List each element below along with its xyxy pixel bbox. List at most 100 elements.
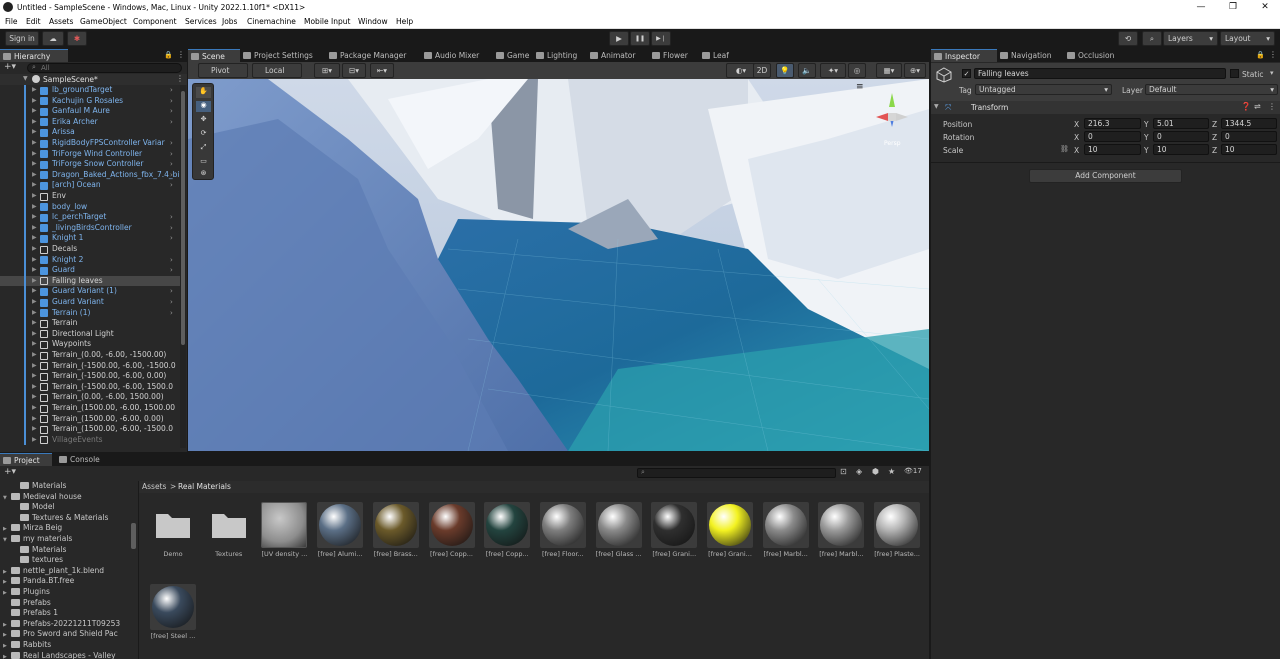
project-tree-item[interactable]: ▼ Medieval house xyxy=(3,492,82,501)
asset-folder[interactable]: Demo xyxy=(147,502,199,564)
menu-component[interactable]: Component xyxy=(133,17,177,26)
scale-x-field[interactable]: 10 xyxy=(1084,144,1141,155)
position-x-field[interactable]: 216.3 xyxy=(1084,118,1141,129)
hierarchy-item[interactable]: ▶ VillageEvents xyxy=(0,435,180,446)
preset-icon[interactable]: ⇌ xyxy=(1254,102,1261,111)
hierarchy-item[interactable]: ▶ Kachujin G Rosales › xyxy=(0,96,180,107)
expand-arrow-icon[interactable]: ▶ xyxy=(32,223,37,234)
search-by-type-icon[interactable]: ⊡ xyxy=(840,467,847,476)
asset-material[interactable]: [free] Grani... xyxy=(648,502,700,564)
hierarchy-item[interactable]: ▶ Terrain_(1500.00, -6.00, 1500.00 xyxy=(0,403,180,414)
chevron-right-icon[interactable]: › xyxy=(170,85,173,96)
lock-icon[interactable]: 🔒 xyxy=(1256,51,1265,59)
scrollbar-thumb[interactable] xyxy=(181,91,185,345)
tab-navigation[interactable]: Navigation xyxy=(997,49,1063,62)
expand-arrow-icon[interactable]: ▶ xyxy=(32,414,37,425)
expand-arrow-icon[interactable]: ▶ xyxy=(32,244,37,255)
hierarchy-item[interactable]: ▶ Arissa xyxy=(0,127,180,138)
breadcrumb-current[interactable]: Real Materials xyxy=(178,482,231,491)
tab-flower[interactable]: Flower xyxy=(649,49,699,62)
tab-project[interactable]: Project xyxy=(0,453,52,466)
expand-arrow-icon[interactable]: ▶ xyxy=(3,622,11,628)
tree-scrollbar-thumb[interactable] xyxy=(131,523,136,549)
menu-services[interactable]: Services xyxy=(185,17,217,26)
hierarchy-item[interactable]: ▶ Knight 1 › xyxy=(0,233,180,244)
expand-arrow-icon[interactable]: ▶ xyxy=(32,138,37,149)
chevron-right-icon[interactable]: › xyxy=(170,159,173,170)
chevron-right-icon[interactable]: › xyxy=(170,106,173,117)
hierarchy-item[interactable]: ▶ [arch] Ocean › xyxy=(0,180,180,191)
project-tree-item[interactable]: ▶ Panda.BT.free xyxy=(3,576,74,585)
object-name-input[interactable]: Falling leaves xyxy=(974,68,1226,79)
pivot-dropdown[interactable]: Pivot xyxy=(198,63,248,78)
hierarchy-item[interactable]: ▶ Ganfaul M Aure › xyxy=(0,106,180,117)
menu-cinemachine[interactable]: Cinemachine xyxy=(247,17,296,26)
expand-arrow-icon[interactable]: ▶ xyxy=(32,106,37,117)
expand-arrow-icon[interactable]: ▶ xyxy=(32,318,37,329)
hierarchy-item[interactable]: ▶ _livingBirdsController › xyxy=(0,223,180,234)
expand-arrow-icon[interactable]: ▶ xyxy=(3,526,11,532)
sign-in-button[interactable]: Sign in xyxy=(5,31,39,46)
view-tool-icon[interactable]: ◉ xyxy=(196,101,211,112)
local-dropdown[interactable]: Local xyxy=(252,63,302,78)
expand-arrow-icon[interactable]: ▶ xyxy=(32,117,37,128)
more-icon[interactable]: ⋮ xyxy=(1268,102,1276,111)
help-icon[interactable]: ❓ xyxy=(1241,102,1251,111)
chevron-right-icon[interactable]: › xyxy=(170,138,173,149)
chevron-right-icon[interactable]: › xyxy=(170,255,173,266)
expand-arrow-icon[interactable]: ▶ xyxy=(32,339,37,350)
move-tool-icon[interactable]: ✥ xyxy=(196,115,211,126)
hierarchy-item[interactable]: ▶ Terrain (1) › xyxy=(0,308,180,319)
scale-z-field[interactable]: 10 xyxy=(1221,144,1277,155)
expand-arrow-icon[interactable]: ▶ xyxy=(32,403,37,414)
more-icon[interactable]: ⋮ xyxy=(1269,50,1277,59)
expand-arrow-icon[interactable]: ▶ xyxy=(32,85,37,96)
mode-2d-toggle[interactable]: 2D xyxy=(753,63,771,78)
hidden-packages-count[interactable]: 👁17 xyxy=(904,467,922,475)
chevron-right-icon[interactable]: › xyxy=(170,223,173,234)
hierarchy-item[interactable]: ▶ Falling leaves xyxy=(0,275,180,287)
chevron-down-icon[interactable]: ▾ xyxy=(1270,69,1274,77)
cloud-icon[interactable]: ☁ xyxy=(42,31,64,46)
more-icon[interactable]: ⋮ xyxy=(177,50,185,59)
hierarchy-item[interactable]: ▶ Decals xyxy=(0,244,180,255)
project-tree-item[interactable]: ▶ Prefabs-20221211T09253 xyxy=(3,619,120,628)
project-tree-item[interactable]: ▼ my materials xyxy=(3,534,72,543)
hierarchy-item[interactable]: ▶ TriForge Snow Controller › xyxy=(0,159,180,170)
search-by-label-icon[interactable]: ◈ xyxy=(856,467,862,476)
camera-dropdown-icon[interactable]: ▦▾ xyxy=(876,63,902,78)
hierarchy-item[interactable]: ▶ Waypoints xyxy=(0,339,180,350)
expand-arrow-icon[interactable]: ▶ xyxy=(32,233,37,244)
expand-arrow-icon[interactable]: ▶ xyxy=(3,579,11,585)
asset-material[interactable]: [free] Glass ... xyxy=(593,502,645,564)
expand-arrow-icon[interactable]: ▼ xyxy=(934,103,939,110)
menu-file[interactable]: File xyxy=(5,17,18,26)
expand-arrow-icon[interactable]: ▶ xyxy=(32,308,37,319)
project-tree-item[interactable]: ▶ Real Landscapes - Valley xyxy=(3,651,116,659)
orientation-gizmo[interactable]: Persp xyxy=(864,83,914,153)
hierarchy-item[interactable]: ▶ Knight 2 › xyxy=(0,255,180,266)
asset-material[interactable]: [free] Plaste... xyxy=(871,502,923,564)
chevron-right-icon[interactable]: › xyxy=(170,212,173,223)
scene-viewport[interactable]: ✋ ◉ ✥ ⟳ ⤢ ▭ ⊛ Persp ≡ xyxy=(188,79,929,451)
layer-dropdown[interactable]: Default ▾ xyxy=(1145,84,1278,95)
scene-header-row[interactable]: ▼ SampleScene* ⋮ xyxy=(0,74,187,85)
chevron-right-icon[interactable]: › xyxy=(170,149,173,160)
hierarchy-search-input[interactable]: ⌕ All xyxy=(27,63,182,73)
add-component-button[interactable]: Add Component xyxy=(1029,169,1182,183)
expand-arrow-icon[interactable]: ▶ xyxy=(32,286,37,297)
tab-animator[interactable]: Animator xyxy=(587,49,649,62)
hierarchy-item[interactable]: ▶ Terrain_(1500.00, -6.00, 0.00) xyxy=(0,414,180,425)
expand-arrow-icon[interactable]: ▶ xyxy=(32,191,37,202)
project-tree-item[interactable]: ▶ nettle_plant_1k.blend xyxy=(3,566,104,575)
asset-folder[interactable]: Textures xyxy=(203,502,255,564)
tab-console[interactable]: Console xyxy=(56,453,108,466)
project-tree-item[interactable]: Model xyxy=(12,502,55,511)
tag-dropdown[interactable]: Untagged ▾ xyxy=(975,84,1112,95)
rotation-x-field[interactable]: 0 xyxy=(1084,131,1141,142)
tab-package-manager[interactable]: Package Manager xyxy=(326,49,421,62)
menu-mobile-input[interactable]: Mobile Input xyxy=(304,17,350,26)
hierarchy-item[interactable]: ▶ Terrain_(0.00, -6.00, 1500.00) xyxy=(0,392,180,403)
rect-tool-icon[interactable]: ▭ xyxy=(196,157,211,168)
close-button[interactable]: ✕ xyxy=(1250,1,1280,14)
